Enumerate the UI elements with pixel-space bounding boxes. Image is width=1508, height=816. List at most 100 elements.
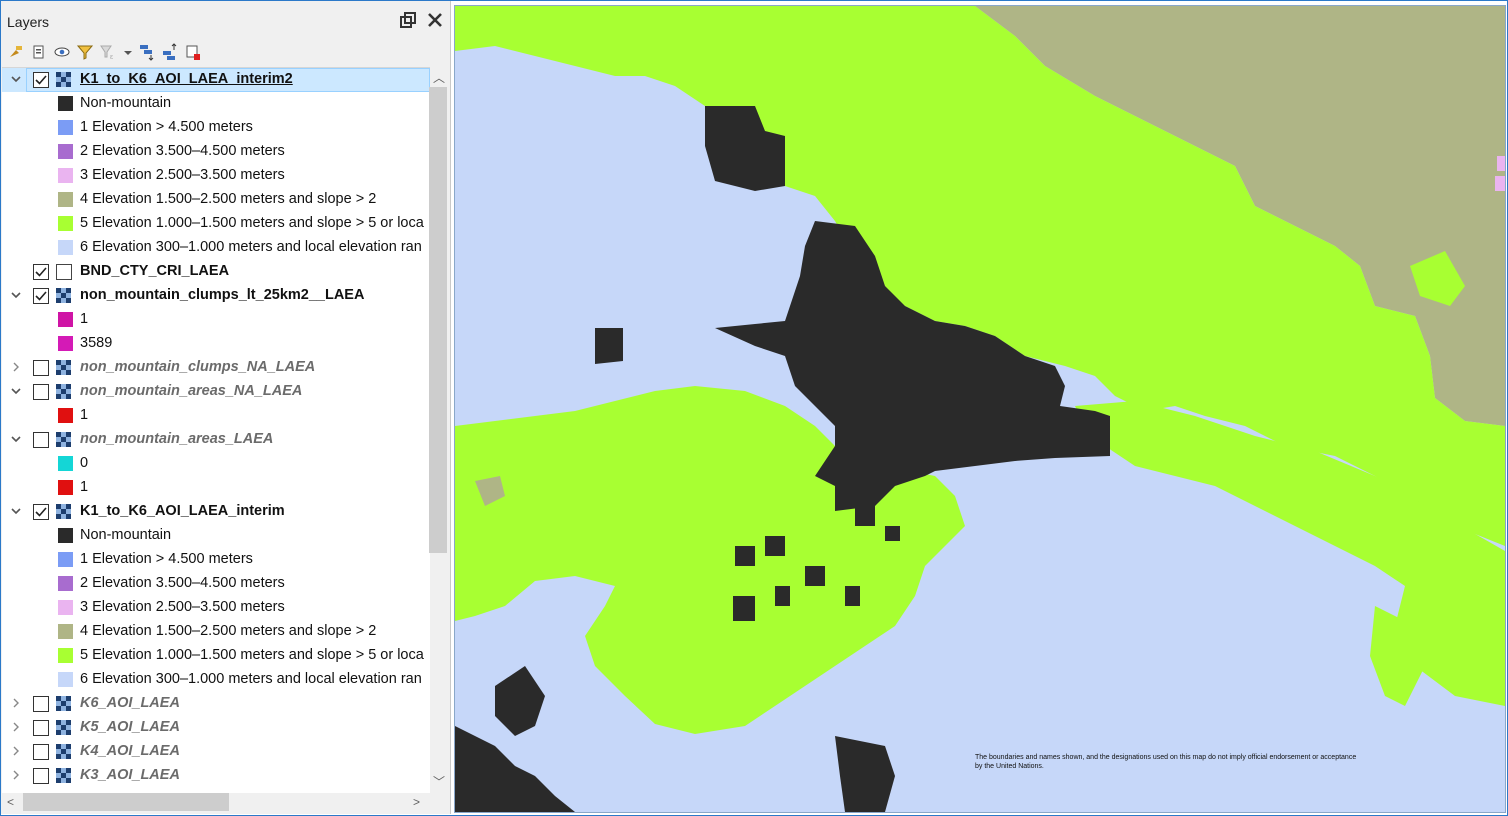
legend-item: 1 xyxy=(2,404,430,428)
legend-swatch xyxy=(58,120,73,135)
layer-visibility-checkbox[interactable] xyxy=(33,288,49,304)
layer-visibility-checkbox[interactable] xyxy=(33,744,49,760)
expand-arrow-icon[interactable] xyxy=(10,769,22,781)
layer-row[interactable]: BND_CTY_CRI_LAEA xyxy=(2,260,430,284)
layer-visibility-checkbox[interactable] xyxy=(33,432,49,448)
collapse-arrow-icon[interactable] xyxy=(10,73,22,85)
layer-row[interactable]: non_mountain_clumps_lt_25km2__LAEA xyxy=(2,284,430,308)
layer-name: BND_CTY_CRI_LAEA xyxy=(80,263,230,279)
raster-layer-icon xyxy=(56,720,72,736)
map-render xyxy=(455,6,1505,812)
collapse-arrow-icon[interactable] xyxy=(10,433,22,445)
legend-swatch xyxy=(58,576,73,591)
layer-visibility-checkbox[interactable] xyxy=(33,360,49,376)
layer-name: K3_AOI_LAEA xyxy=(80,767,180,783)
close-icon[interactable] xyxy=(426,11,444,33)
layer-row[interactable]: K1_to_K6_AOI_LAEA_interim2 xyxy=(2,68,430,92)
legend-label: 2 Elevation 3.500–4.500 meters xyxy=(80,143,285,159)
layers-panel: Layers ε K1_to_K6_AOI_LAEA_interim2 Non-m… xyxy=(1,1,451,814)
collapse-arrow-icon[interactable] xyxy=(10,385,22,397)
layer-row[interactable]: non_mountain_areas_LAEA xyxy=(2,428,430,452)
legend-item: 1 Elevation > 4.500 meters xyxy=(2,116,430,140)
scroll-up-icon[interactable]: ︿ xyxy=(433,69,445,86)
raster-layer-icon xyxy=(56,384,72,400)
layer-visibility-checkbox[interactable] xyxy=(33,504,49,520)
layer-row[interactable]: K6_AOI_LAEA xyxy=(2,692,430,716)
layer-row[interactable]: K1_to_K6_AOI_LAEA_interim xyxy=(2,500,430,524)
legend-item: 2 Elevation 3.500–4.500 meters xyxy=(2,572,430,596)
legend-label: 6 Elevation 300–1.000 meters and local e… xyxy=(80,239,422,255)
map-region-dark-south xyxy=(455,726,575,812)
filter-legend-icon[interactable] xyxy=(76,43,94,61)
legend-label: Non-mountain xyxy=(80,527,172,543)
legend-item: Non-mountain xyxy=(2,92,430,116)
legend-swatch xyxy=(58,480,73,495)
map-disclaimer: The boundaries and names shown, and the … xyxy=(975,754,1357,770)
layer-visibility-checkbox[interactable] xyxy=(33,72,49,88)
style-manager-icon[interactable] xyxy=(7,43,25,61)
expand-arrow-icon[interactable] xyxy=(10,361,22,373)
map-region-dark-southwest xyxy=(495,666,545,736)
layer-visibility-checkbox[interactable] xyxy=(33,384,49,400)
collapse-all-icon[interactable] xyxy=(161,43,179,61)
legend-item: 3589 xyxy=(2,332,430,356)
expand-all-icon[interactable] xyxy=(138,43,156,61)
legend-swatch xyxy=(58,672,73,687)
legend-label: 4 Elevation 1.500–2.500 meters and slope… xyxy=(80,191,377,207)
legend-swatch xyxy=(58,216,73,231)
legend-label: 5 Elevation 1.000–1.500 meters and slope… xyxy=(80,215,424,231)
legend-label: 4 Elevation 1.500–2.500 meters and slope… xyxy=(80,623,377,639)
dropdown-arrow-icon[interactable] xyxy=(119,43,137,61)
legend-label: 1 xyxy=(80,311,89,327)
collapse-arrow-icon[interactable] xyxy=(10,505,22,517)
scroll-left-icon[interactable]: < xyxy=(7,795,14,809)
collapse-arrow-icon[interactable] xyxy=(10,289,22,301)
layer-row[interactable]: non_mountain_areas_NA_LAEA xyxy=(2,380,430,404)
legend-label: Non-mountain xyxy=(80,95,172,111)
legend-swatch xyxy=(58,240,73,255)
legend-item: 4 Elevation 1.500–2.500 meters and slope… xyxy=(2,188,430,212)
legend-swatch xyxy=(58,144,73,159)
legend-item: 4 Elevation 1.500–2.500 meters and slope… xyxy=(2,620,430,644)
legend-item: 3 Elevation 2.500–3.500 meters xyxy=(2,164,430,188)
layer-visibility-checkbox[interactable] xyxy=(33,264,49,280)
restore-window-icon[interactable] xyxy=(399,11,417,33)
scroll-right-icon[interactable]: > xyxy=(413,795,420,809)
layer-name: K1_to_K6_AOI_LAEA_interim2 xyxy=(80,71,293,87)
layer-row[interactable]: K4_AOI_LAEA xyxy=(2,740,430,764)
legend-item: 1 xyxy=(2,308,430,332)
raster-layer-icon xyxy=(56,72,72,88)
remove-layer-icon[interactable] xyxy=(184,43,202,61)
add-group-icon[interactable] xyxy=(30,43,48,61)
vertical-scroll-thumb[interactable] xyxy=(429,87,447,553)
manage-visibility-icon[interactable] xyxy=(53,43,71,61)
layers-toolbar: ε xyxy=(5,43,445,65)
legend-label: 3 Elevation 2.500–3.500 meters xyxy=(80,599,285,615)
map-canvas[interactable]: The boundaries and names shown, and the … xyxy=(454,5,1506,813)
legend-swatch xyxy=(58,456,73,471)
expand-arrow-icon[interactable] xyxy=(10,721,22,733)
legend-item: 2 Elevation 3.500–4.500 meters xyxy=(2,140,430,164)
legend-item: 1 xyxy=(2,476,430,500)
layer-visibility-checkbox[interactable] xyxy=(33,696,49,712)
layer-name: K4_AOI_LAEA xyxy=(80,743,180,759)
legend-label: 1 Elevation > 4.500 meters xyxy=(80,551,253,567)
expand-arrow-icon[interactable] xyxy=(10,745,22,757)
legend-swatch xyxy=(58,192,73,207)
layer-row[interactable]: K3_AOI_LAEA xyxy=(2,764,430,788)
expand-arrow-icon[interactable] xyxy=(10,697,22,709)
legend-label: 1 xyxy=(80,407,89,423)
layer-visibility-checkbox[interactable] xyxy=(33,720,49,736)
legend-label: 3589 xyxy=(80,335,113,351)
legend-item: Non-mountain xyxy=(2,524,430,548)
filter-expression-icon[interactable]: ε xyxy=(99,43,117,61)
legend-item: 5 Elevation 1.000–1.500 meters and slope… xyxy=(2,644,430,668)
scroll-down-icon[interactable]: ﹀ xyxy=(433,773,445,790)
layer-row[interactable]: K5_AOI_LAEA xyxy=(2,716,430,740)
legend-swatch xyxy=(58,312,73,327)
layer-visibility-checkbox[interactable] xyxy=(33,768,49,784)
horizontal-scroll-thumb[interactable] xyxy=(23,793,229,811)
raster-layer-icon xyxy=(56,504,72,520)
layer-row[interactable]: non_mountain_clumps_NA_LAEA xyxy=(2,356,430,380)
layer-name: K6_AOI_LAEA xyxy=(80,695,180,711)
